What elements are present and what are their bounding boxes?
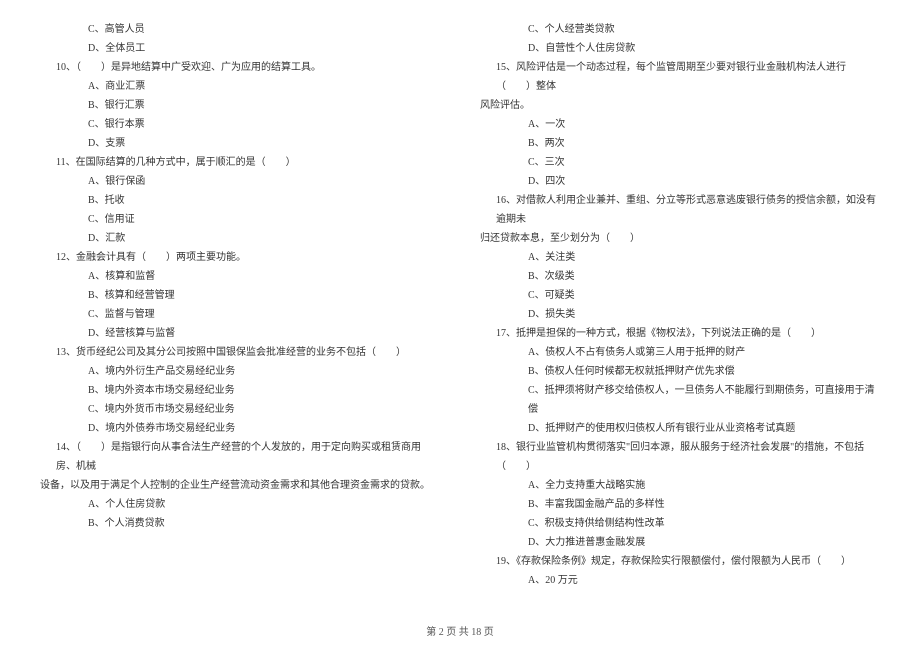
option-text: C、抵押须将财产移交给债权人，一旦债务人不能履行到期债务，可直接用于清偿 [480, 381, 880, 419]
option-text: A、商业汇票 [40, 77, 440, 96]
option-text: B、两次 [480, 134, 880, 153]
option-text: C、高管人员 [40, 20, 440, 39]
option-text: D、抵押财产的使用权归债权人所有银行业从业资格考试真题 [480, 419, 880, 438]
option-text: D、损失类 [480, 305, 880, 324]
option-text: C、三次 [480, 153, 880, 172]
option-text: D、全体员工 [40, 39, 440, 58]
option-text: C、监督与管理 [40, 305, 440, 324]
question-continuation: 归还贷款本息，至少划分为（ ） [480, 229, 880, 248]
question-text: 17、抵押是担保的一种方式，根据《物权法》，下列说法正确的是（ ） [480, 324, 880, 343]
question-text: 15、风险评估是一个动态过程，每个监管周期至少要对银行业金融机构法人进行（ ）整… [480, 58, 880, 96]
option-text: A、银行保函 [40, 172, 440, 191]
option-text: C、银行本票 [40, 115, 440, 134]
option-text: D、大力推进普惠金融发展 [480, 533, 880, 552]
option-text: A、个人住房贷款 [40, 495, 440, 514]
option-text: A、20 万元 [480, 571, 880, 590]
option-text: A、债权人不占有债务人或第三人用于抵押的财产 [480, 343, 880, 362]
question-text: 11、在国际结算的几种方式中，属于顺汇的是（ ） [40, 153, 440, 172]
option-text: B、托收 [40, 191, 440, 210]
right-column: C、个人经营类贷款D、自营性个人住房贷款15、风险评估是一个动态过程，每个监管周… [480, 20, 880, 600]
option-text: D、经营核算与监督 [40, 324, 440, 343]
option-text: B、次级类 [480, 267, 880, 286]
option-text: D、支票 [40, 134, 440, 153]
question-text: 12、金融会计具有（ ）两项主要功能。 [40, 248, 440, 267]
option-text: A、核算和监督 [40, 267, 440, 286]
option-text: D、境内外债券市场交易经纪业务 [40, 419, 440, 438]
option-text: A、关注类 [480, 248, 880, 267]
option-text: B、境内外资本市场交易经纪业务 [40, 381, 440, 400]
question-text: 16、对借款人利用企业兼并、重组、分立等形式恶意逃废银行债务的授信余额，如没有逾… [480, 191, 880, 229]
option-text: C、可疑类 [480, 286, 880, 305]
option-text: C、积极支持供给侧结构性改革 [480, 514, 880, 533]
page-footer: 第 2 页 共 18 页 [0, 623, 920, 638]
question-text: 10、（ ）是异地结算中广受欢迎、广为应用的结算工具。 [40, 58, 440, 77]
option-text: A、全力支持重大战略实施 [480, 476, 880, 495]
option-text: C、境内外货币市场交易经纪业务 [40, 400, 440, 419]
question-text: 14、（ ）是指银行向从事合法生产经营的个人发放的，用于定向购买或租赁商用房、机… [40, 438, 440, 476]
question-text: 19、《存款保险条例》规定，存款保险实行限额偿付，偿付限额为人民币（ ） [480, 552, 880, 571]
question-text: 13、货币经纪公司及其分公司按照中国银保监会批准经营的业务不包括（ ） [40, 343, 440, 362]
option-text: B、银行汇票 [40, 96, 440, 115]
option-text: C、信用证 [40, 210, 440, 229]
question-continuation: 设备，以及用于满足个人控制的企业生产经营流动资金需求和其他合理资金需求的贷款。 [40, 476, 440, 495]
option-text: C、个人经营类贷款 [480, 20, 880, 39]
option-text: B、丰富我国金融产品的多样性 [480, 495, 880, 514]
option-text: D、四次 [480, 172, 880, 191]
option-text: B、个人消费贷款 [40, 514, 440, 533]
question-continuation: 风险评估。 [480, 96, 880, 115]
option-text: A、境内外衍生产品交易经纪业务 [40, 362, 440, 381]
option-text: D、汇款 [40, 229, 440, 248]
option-text: A、一次 [480, 115, 880, 134]
option-text: B、债权人任何时候都无权就抵押财产优先求偿 [480, 362, 880, 381]
option-text: B、核算和经营管理 [40, 286, 440, 305]
option-text: D、自营性个人住房贷款 [480, 39, 880, 58]
question-text: 18、银行业监管机构贯彻落实"回归本源，服从服务于经济社会发展"的措施，不包括（… [480, 438, 880, 476]
left-column: C、高管人员D、全体员工10、（ ）是异地结算中广受欢迎、广为应用的结算工具。A… [40, 20, 440, 600]
